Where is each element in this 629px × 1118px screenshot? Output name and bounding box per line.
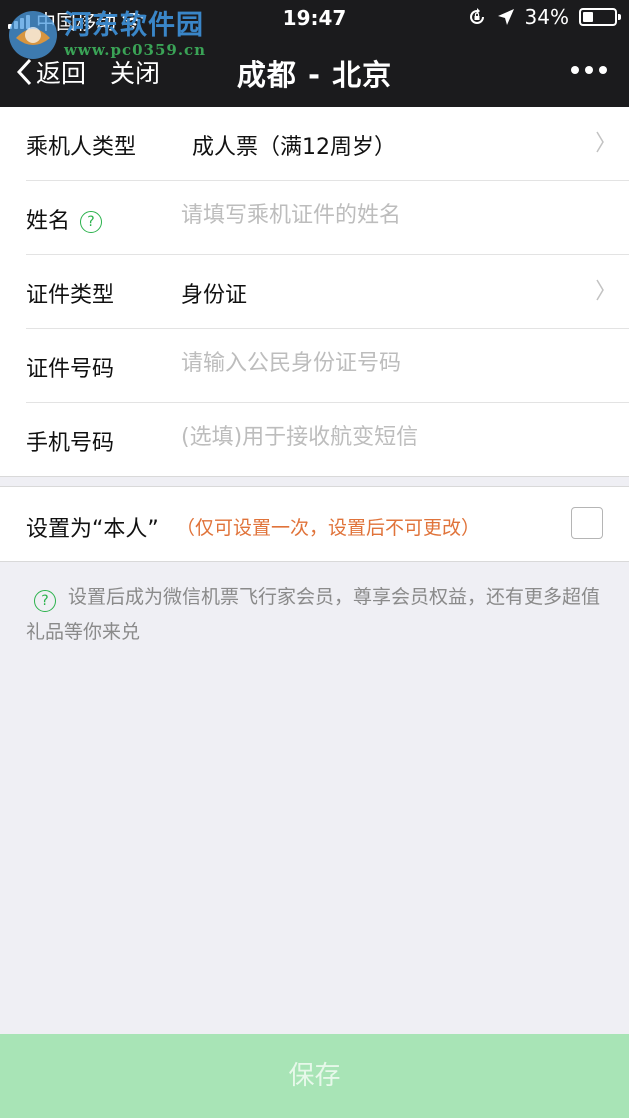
name-input[interactable] [181,203,601,228]
member-info-text: 设置后成为微信机票飞行家会员，尊享会员权益，还有更多超值礼品等你来兑 [26,586,601,643]
member-info: ? 设置后成为微信机票飞行家会员，尊享会员权益，还有更多超值礼品等你来兑 [26,580,606,650]
status-bar: 中国移动 19:47 34% [0,0,629,36]
passenger-form: 乘机人类型 成人票（满12周岁） 姓名? 证件类型 身份证 证件号码 手机号码 [0,107,629,477]
name-label: 姓名? [26,203,103,235]
set-as-self-checkbox[interactable] [571,507,603,539]
more-dot [599,66,607,74]
more-dot [571,66,579,74]
help-icon[interactable]: ? [80,211,103,233]
set-as-self-row: 设置为“本人” （仅可设置一次，设置后不可更改） [0,486,629,562]
name-label-text: 姓名 [26,209,71,234]
location-arrow-icon [497,9,514,25]
passenger-type-row[interactable]: 乘机人类型 成人票（满12周岁） [26,107,629,181]
id-type-label: 证件类型 [26,283,115,308]
set-as-self-label: 设置为“本人” [26,517,159,542]
battery-percent: 34% [524,5,569,29]
phone-label: 手机号码 [26,431,115,456]
rotation-lock-icon [469,8,484,24]
passenger-type-value: 成人票（满12周岁） [192,135,396,160]
id-number-row: 证件号码 [26,329,629,403]
id-number-input[interactable] [181,351,601,376]
phone-input[interactable] [181,425,601,450]
id-type-value: 身份证 [181,283,248,308]
nav-bar: 返回 关闭 成都 - 北京 [0,40,629,100]
id-type-row[interactable]: 证件类型 身份证 [26,255,629,329]
battery-icon [579,8,621,26]
chevron-right-icon [596,279,604,301]
app-header: 中国移动 19:47 34% 河东软件园 www.pc0359.cn 返回 关闭… [0,0,629,107]
phone-row: 手机号码 [26,403,629,476]
id-number-label: 证件号码 [26,357,115,382]
name-row: 姓名? [26,181,629,255]
more-button[interactable] [571,66,607,74]
page-title: 成都 - 北京 [236,58,393,92]
more-dot [585,66,593,74]
set-as-self-note: （仅可设置一次，设置后不可更改） [176,517,481,539]
save-button[interactable]: 保存 [0,1034,629,1118]
status-right: 34% [467,5,621,29]
chevron-right-icon [596,131,604,153]
help-icon: ? [34,590,56,612]
passenger-type-label: 乘机人类型 [26,135,137,160]
battery-level [583,12,594,22]
